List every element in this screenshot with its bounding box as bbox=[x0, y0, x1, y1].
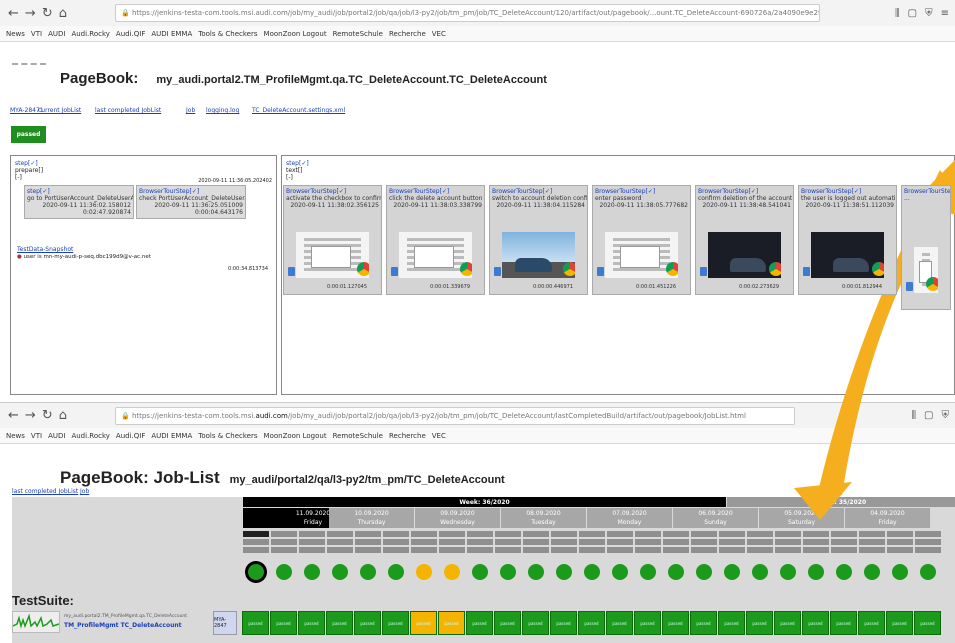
sub-step-duration: 0:00:04.643176 bbox=[195, 209, 243, 216]
sub-step-card[interactable]: step[✓]go to PortUserAccount_DeleteUserA… bbox=[24, 185, 134, 219]
browser-step-card[interactable]: BrowserTourStep[✓] confirm deletion of th… bbox=[695, 185, 794, 295]
browser-icon bbox=[391, 267, 398, 276]
card-duration: 0:00:01.127045 bbox=[327, 284, 367, 290]
card-duration: 0:00:02.273629 bbox=[739, 284, 779, 290]
card-header: BrowserTourStep[✓] bbox=[698, 188, 759, 195]
browser-step-card[interactable]: BrowserTourStep[✓] switch to account dele… bbox=[489, 185, 588, 295]
sub-step-time: 2020-09-11 11:36:25.051009 bbox=[154, 202, 243, 209]
card-time: 2020-09-11 11:38:51.112039 bbox=[805, 202, 894, 209]
screenshot-thumbnail[interactable] bbox=[399, 232, 472, 278]
screenshot-thumbnail[interactable] bbox=[296, 232, 369, 278]
browser-step-card[interactable]: BrowserTourStep[✓] activate the checkbox … bbox=[283, 185, 382, 295]
card-header: BrowserTourStep[✓] bbox=[286, 188, 347, 195]
screenshot-thumbnail[interactable] bbox=[502, 232, 575, 278]
screenshot-thumbnail[interactable] bbox=[605, 232, 678, 278]
sub-step-title: check PortUserAccount_DeleteUserAccount bbox=[139, 195, 245, 202]
card-header: BrowserTourStep[✓] bbox=[389, 188, 450, 195]
chrome-icon bbox=[563, 262, 575, 276]
sub-step-time: 2020-09-11 11:36:02.158012 bbox=[42, 202, 131, 209]
sub-step-header: step[✓] bbox=[27, 188, 50, 195]
chrome-icon bbox=[926, 277, 938, 291]
card-duration: 0:00:01.339679 bbox=[430, 284, 470, 290]
callout-arrow bbox=[794, 160, 955, 520]
browser-icon bbox=[597, 267, 604, 276]
browser-step-card[interactable]: BrowserTourStep[✓]... bbox=[901, 185, 951, 310]
card-title: activate the checkbox to confirm the del… bbox=[286, 195, 381, 202]
card-time: 2020-09-11 11:38:48.541041 bbox=[702, 202, 791, 209]
card-title: click the delete account button bbox=[389, 195, 483, 202]
card-time: 2020-09-11 11:38:03.338799 bbox=[393, 202, 482, 209]
sub-step-duration: 0:02:47.920874 bbox=[83, 209, 131, 216]
sub-step-title: go to PortUserAccount_DeleteUserAccount bbox=[27, 195, 133, 202]
card-header: BrowserTourStep[✓] bbox=[595, 188, 656, 195]
card-time: 2020-09-11 11:38:04.115284 bbox=[496, 202, 585, 209]
card-header: BrowserTourStep[✓] bbox=[904, 188, 951, 195]
browser-icon bbox=[288, 267, 295, 276]
card-duration: 0:00:01.812944 bbox=[842, 284, 882, 290]
screenshot-thumbnail[interactable] bbox=[914, 247, 938, 293]
card-title: ... bbox=[904, 195, 910, 202]
card-duration: 0:00:00.446971 bbox=[533, 284, 573, 290]
chrome-icon bbox=[357, 262, 369, 276]
card-header: BrowserTourStep[✓] bbox=[492, 188, 553, 195]
card-time: 2020-09-11 11:38:05.777682 bbox=[599, 202, 688, 209]
chrome-icon bbox=[769, 262, 781, 276]
browser-icon bbox=[494, 267, 501, 276]
browser-step-card[interactable]: BrowserTourStep[✓] click the delete accou… bbox=[386, 185, 485, 295]
card-title: switch to account deletion confirmation … bbox=[492, 195, 588, 202]
browser-step-card[interactable]: BrowserTourStep[✓] enter password 2020-09-… bbox=[592, 185, 691, 295]
browser-icon bbox=[803, 267, 810, 276]
card-duration: 0:00:01.451226 bbox=[636, 284, 676, 290]
browser-icon bbox=[906, 282, 913, 291]
chrome-icon bbox=[460, 262, 472, 276]
sub-step-header: BrowserTourStep[✓] bbox=[139, 188, 200, 195]
card-title: enter password bbox=[595, 195, 642, 202]
screenshot-thumbnail[interactable] bbox=[811, 232, 884, 278]
browser-icon bbox=[700, 267, 707, 276]
sub-step-card[interactable]: BrowserTourStep[✓] check PortUserAccount_… bbox=[136, 185, 246, 219]
card-header: BrowserTourStep[✓] bbox=[801, 188, 862, 195]
card-title: the user is logged out automatically bbox=[801, 195, 896, 202]
chrome-icon bbox=[872, 262, 884, 276]
card-title: confirm deletion of the account bbox=[698, 195, 793, 202]
screenshot-thumbnail[interactable] bbox=[708, 232, 781, 278]
browser-step-card[interactable]: BrowserTourStep[✓] the user is logged out… bbox=[798, 185, 897, 295]
card-time: 2020-09-11 11:38:02.356125 bbox=[290, 202, 379, 209]
chrome-icon bbox=[666, 262, 678, 276]
